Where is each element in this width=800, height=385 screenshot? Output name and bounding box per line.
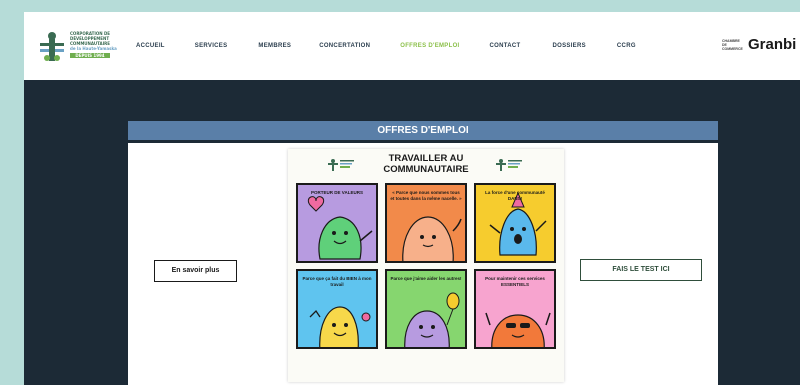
logo-subtitle: de la Haute-Yamaska [70, 46, 117, 51]
poster-card-text: Pour maintenir ces services ESSENTIELS [485, 276, 545, 287]
job-offers-panel: En savoir plus FAIS LE TEST ICI TRAVAILL… [128, 143, 718, 385]
nav-item-membres[interactable]: MEMBRES [258, 43, 291, 49]
poster-card-text: « Parce que nous sommes tous et toutes d… [390, 190, 462, 201]
nav-item-contact[interactable]: CONTACT [490, 43, 521, 49]
poster-card-text: Parce que j'aime aider les autres! [390, 276, 462, 281]
green-blob-character-icon [307, 196, 373, 260]
poster-title: TRAVAILLER AU COMMUNAUTAIRE [383, 153, 469, 175]
poster-card: Parce que ça fait du BIEN à mon travail [296, 269, 378, 349]
nav-item-dossiers[interactable]: DOSSIERS [553, 43, 586, 49]
poster-logo-icon [496, 159, 522, 171]
poster-card: Pour maintenir ces services ESSENTIELS [474, 269, 556, 349]
partner-logo-word: Granbi [748, 36, 797, 53]
poster-card: La force d'une communauté DANS! [474, 183, 556, 263]
take-test-button[interactable]: FAIS LE TEST ICI [580, 259, 702, 281]
nav-item-offres-emploi[interactable]: OFFRES D'EMPLOI [400, 43, 459, 49]
poster-card-text: Parce que ça fait du BIEN à mon travail [302, 276, 372, 287]
learn-more-button[interactable]: En savoir plus [154, 260, 237, 282]
section-title-banner: OFFRES D'EMPLOI [128, 121, 718, 140]
poster-card: « Parce que nous sommes tous et toutes d… [385, 183, 467, 263]
partner-logo[interactable]: CHAMBRE DE COMMERCE Granbi [722, 36, 796, 53]
poster-card-text: La force d'une communauté DANS! [485, 190, 545, 201]
logo-tag: DEPUIS 1994 [70, 53, 110, 58]
community-work-poster[interactable]: TRAVAILLER AU COMMUNAUTAIRE PORTEUR DE V… [288, 149, 564, 382]
page-content: CORPORATION DE DÉVELOPPEMENT COMMUNAUTAI… [24, 12, 800, 385]
partner-logo-small-text: CHAMBRE DE COMMERCE [722, 38, 743, 51]
nav-item-ccrg[interactable]: CCRG [617, 43, 636, 49]
poster-card: PORTEUR DE VALEURS [296, 183, 378, 263]
logo-mark-icon [40, 32, 64, 61]
site-logo[interactable]: CORPORATION DE DÉVELOPPEMENT COMMUNAUTAI… [38, 27, 120, 65]
nav-item-concertation[interactable]: CONCERTATION [319, 43, 370, 49]
poster-card: Parce que j'aime aider les autres! [385, 269, 467, 349]
poster-card-text: PORTEUR DE VALEURS [311, 190, 363, 195]
purple-balloon-character-icon [404, 292, 460, 347]
nav-item-accueil[interactable]: ACCUEIL [136, 43, 165, 49]
main-nav: ACCUEIL SERVICES MEMBRES CONCERTATION OF… [136, 12, 636, 80]
site-header: CORPORATION DE DÉVELOPPEMENT COMMUNAUTAI… [24, 12, 800, 80]
poster-logo-icon [328, 159, 354, 171]
nav-item-services[interactable]: SERVICES [195, 43, 228, 49]
